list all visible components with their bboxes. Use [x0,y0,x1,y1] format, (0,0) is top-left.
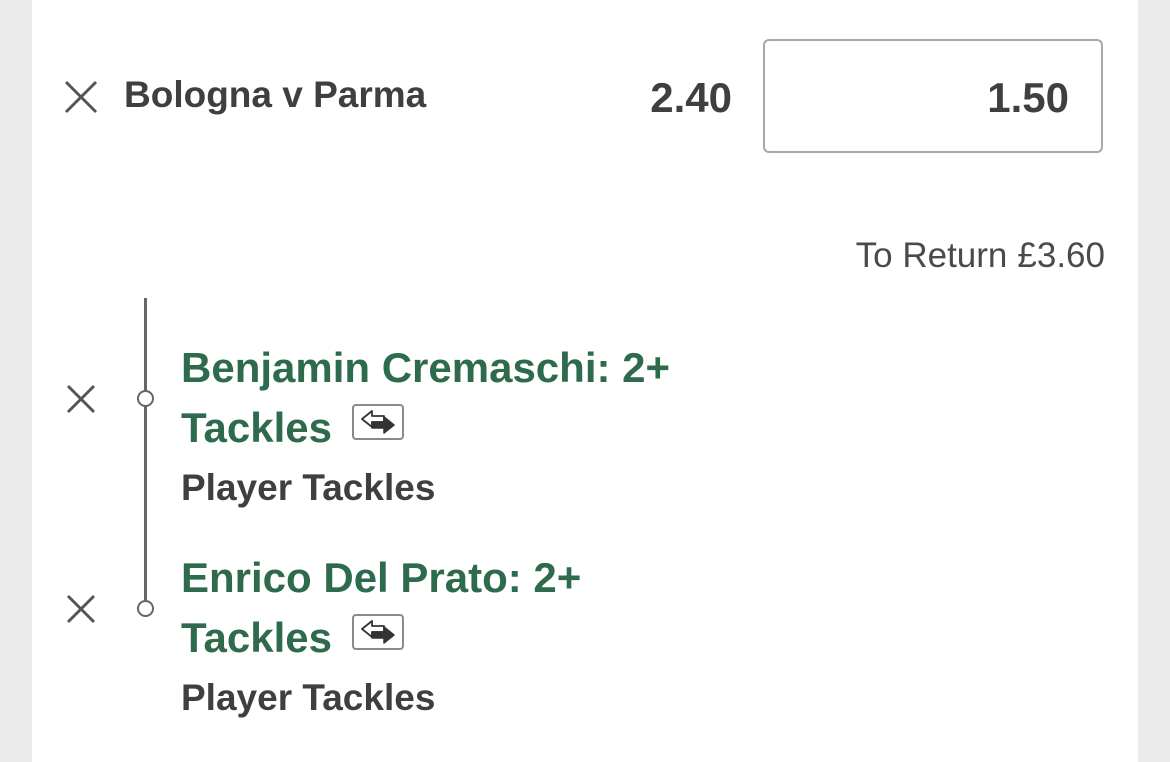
to-return-label: To Return [855,236,1008,275]
remove-selection-1-close-icon[interactable] [66,384,96,414]
selection-1-name-line1: Benjamin Cremaschi: 2+ [181,344,671,391]
swap-arrows-icon[interactable] [352,614,404,650]
selection-1-market: Player Tackles [181,467,436,508]
selection-1-name: Benjamin Cremaschi: 2+ Tackles [181,338,781,458]
selection-2: Enrico Del Prato: 2+ Tackles Player Tack… [181,548,781,728]
match-title: Bologna v Parma [124,74,427,115]
timeline-dot-1 [137,390,154,407]
stake-field[interactable] [763,39,1103,153]
to-return-summary: To Return £3.60 [856,236,1105,276]
stake-input[interactable] [809,73,1069,123]
selection-2-name-line1: Enrico Del Prato: 2+ [181,554,582,601]
bet-odds: 2.40 [650,74,732,121]
selection-2-name-line2: Tackles [181,614,332,661]
selection-2-name: Enrico Del Prato: 2+ Tackles [181,548,781,668]
timeline-dot-2 [137,600,154,617]
remove-bet-close-icon[interactable] [64,80,98,114]
selection-1: Benjamin Cremaschi: 2+ Tackles Player Ta… [181,338,781,518]
selection-timeline-line [144,298,147,608]
swap-arrows-icon[interactable] [352,404,404,440]
selection-2-market: Player Tackles [181,677,436,718]
selection-1-name-line2: Tackles [181,404,332,451]
remove-selection-2-close-icon[interactable] [66,594,96,624]
bet-slip-card: Bologna v Parma 2.40 To Return£3.60 Benj… [32,0,1138,762]
to-return-value: £3.60 [1017,236,1105,275]
